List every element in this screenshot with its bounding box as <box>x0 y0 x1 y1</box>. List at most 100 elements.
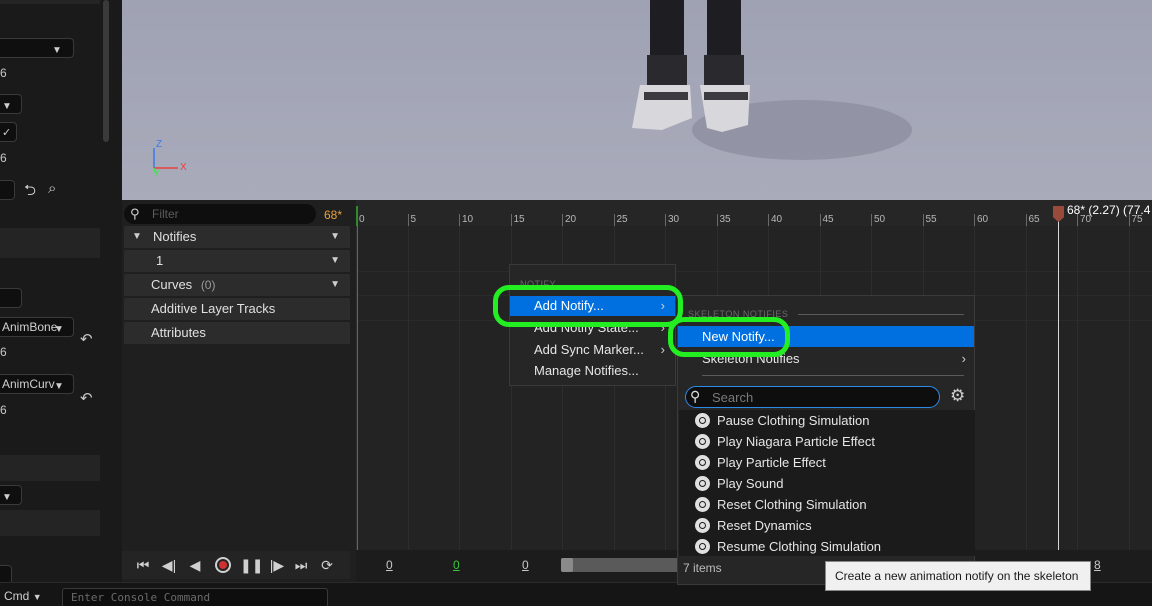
details-checkbox[interactable]: ✓ <box>0 122 17 142</box>
scrub-handle[interactable] <box>561 558 573 572</box>
ruler-tick-label: 45 <box>822 214 834 225</box>
chevron-right-icon: › <box>660 342 665 357</box>
track-attributes-label: Attributes <box>151 325 206 340</box>
list-item[interactable]: Resume Clothing Simulation <box>679 536 975 557</box>
ruler-tick-label: 30 <box>668 214 680 225</box>
list-item[interactable]: Play Niagara Particle Effect <box>679 431 975 452</box>
scrub-current-value[interactable]: 0 <box>453 558 460 572</box>
skip-to-end-icon[interactable]: ⏭ <box>290 555 312 575</box>
reset-icon[interactable]: ↶ <box>80 389 93 407</box>
list-item[interactable]: Reset Clothing Simulation <box>679 494 975 515</box>
search-icon: ⚲ <box>690 388 701 404</box>
filter-input[interactable]: ⚲ Filter <box>124 204 316 224</box>
time-ruler[interactable]: 0 5 10 15 20 25 30 35 40 45 50 55 60 65 70 75 <box>356 200 1152 226</box>
anim-curve-label: AnimCurv <box>2 377 55 391</box>
anim-curve-dropdown[interactable]: AnimCurv ▼ <box>0 374 74 394</box>
dropdown-arrow-icon[interactable]: ▼ <box>330 226 340 248</box>
details-section <box>0 228 100 258</box>
list-item-label: Resume Clothing Simulation <box>717 539 882 554</box>
details-toggle[interactable]: ▼ <box>0 94 22 114</box>
track-notify-1[interactable]: 1 ▼ <box>124 250 350 272</box>
track-additive-label: Additive Layer Tracks <box>151 301 276 316</box>
list-item-label: Reset Clothing Simulation <box>717 497 867 512</box>
ruler-tick-label: 15 <box>513 214 525 225</box>
details-value: 6 <box>0 345 7 359</box>
chevron-down-icon: ▼ <box>52 45 62 56</box>
cmd-dropdown[interactable]: Cmd ▼ <box>4 589 42 603</box>
notify-list: Pause Clothing Simulation Play Niagara P… <box>679 410 975 556</box>
details-field[interactable] <box>0 288 22 308</box>
highlight-ring-add-notify <box>493 285 683 327</box>
list-item-label: Play Particle Effect <box>717 455 826 470</box>
ruler-tick-line <box>819 214 821 226</box>
manage-notifies-item[interactable]: Manage Notifies... <box>510 361 675 381</box>
ruler-tick-label: 55 <box>925 214 937 225</box>
loop-icon[interactable]: ⟳ <box>316 555 338 575</box>
scrub-track[interactable] <box>561 558 681 572</box>
track-additive-layer[interactable]: Additive Layer Tracks <box>124 298 350 320</box>
anim-bone-dropdown[interactable]: AnimBone ▼ <box>0 317 74 337</box>
notify-class-icon <box>695 497 710 512</box>
track-notifies[interactable]: ▼ Notifies ▼ <box>124 226 350 248</box>
ruler-tick-line <box>768 214 769 226</box>
track-curves[interactable]: Curves (0) ▼ <box>124 274 350 296</box>
chevron-down-icon: ▼ <box>2 492 12 503</box>
curves-count: (0) <box>200 278 216 292</box>
list-item[interactable]: Play Particle Effect <box>679 452 975 473</box>
add-sync-marker-item[interactable]: Add Sync Marker... › <box>510 340 675 360</box>
dropdown-arrow-icon[interactable]: ▼ <box>330 274 340 296</box>
add-sync-marker-label: Add Sync Marker... <box>534 342 644 357</box>
track-curves-label: Curves <box>151 277 193 292</box>
ruler-tick-line <box>665 214 666 226</box>
ruler-tick-line <box>716 214 718 226</box>
scrub-right-value[interactable]: 8 <box>1094 558 1101 572</box>
track-attributes[interactable]: Attributes <box>124 322 350 344</box>
notify-class-icon <box>695 455 710 470</box>
scrub-end-value[interactable]: 0 <box>522 558 529 572</box>
record-icon[interactable] <box>212 555 234 575</box>
viewport[interactable]: Z X Y <box>122 0 1152 200</box>
grid-line <box>356 271 1152 272</box>
axis-y-label: Y <box>154 168 161 178</box>
list-item-label: Reset Dynamics <box>717 518 812 533</box>
notify-search-input[interactable]: ⚲ Search <box>685 386 940 408</box>
find-in-browser-icon[interactable]: ⌕ <box>48 180 56 197</box>
axis-z-label: Z <box>156 139 163 150</box>
ruler-tick-line <box>510 214 512 226</box>
ruler-tick-line <box>1025 214 1027 226</box>
notify-tracks-panel: ⚲ Filter 68* ▼ Notifies ▼ 1 ▼ Curves (0)… <box>122 200 356 582</box>
transport-controls: ⏮ ◀| ◀ ❚❚ |▶ ⏭ ⟳ <box>122 551 350 579</box>
item-count: 7 items <box>683 561 722 575</box>
scrub-start-value[interactable]: 0 <box>386 558 393 572</box>
reset-icon[interactable]: ↶ <box>80 330 93 348</box>
play-reverse-icon[interactable]: ◀ <box>184 555 206 575</box>
dropdown-arrow-icon[interactable]: ▼ <box>330 250 340 272</box>
list-item[interactable]: Play Sound <box>679 473 975 494</box>
gear-icon[interactable]: ⚙ <box>950 386 965 406</box>
console-input[interactable]: Enter Console Command <box>62 588 328 606</box>
track-notify-1-label: 1 <box>156 253 164 268</box>
details-section <box>0 510 100 536</box>
pause-icon[interactable]: ❚❚ <box>240 555 263 575</box>
list-item[interactable]: Pause Clothing Simulation <box>679 410 975 431</box>
details-toggle[interactable] <box>0 180 15 200</box>
details-panel: ▼ 6 ▼ ✓ 6 ⮌ ⌕ AnimBone ▼ ↶ 6 AnimCurv ▼ … <box>0 0 122 585</box>
details-dropdown[interactable]: ▼ <box>0 38 74 58</box>
details-scrollbar[interactable] <box>103 0 109 142</box>
details-value: 6 <box>0 66 7 80</box>
ruler-tick-line <box>407 214 409 226</box>
ruler-tick-label: 35 <box>719 214 731 225</box>
details-toggle[interactable]: ▼ <box>0 485 22 505</box>
tooltip: Create a new animation notify on the ske… <box>825 561 1091 591</box>
ruler-tick-line <box>562 214 563 226</box>
browse-arrow-icon[interactable]: ⮌ <box>24 180 36 205</box>
ruler-tick-line <box>922 214 924 226</box>
list-item[interactable]: Reset Dynamics <box>679 515 975 536</box>
step-forward-icon[interactable]: |▶ <box>266 555 288 575</box>
list-item-label: Play Niagara Particle Effect <box>717 434 875 449</box>
skip-to-start-icon[interactable]: ⏮ <box>132 555 154 575</box>
highlight-ring-new-notify <box>668 317 790 357</box>
anim-bone-label: AnimBone <box>2 320 58 334</box>
notify-class-icon <box>695 518 710 533</box>
step-back-icon[interactable]: ◀| <box>158 555 180 575</box>
